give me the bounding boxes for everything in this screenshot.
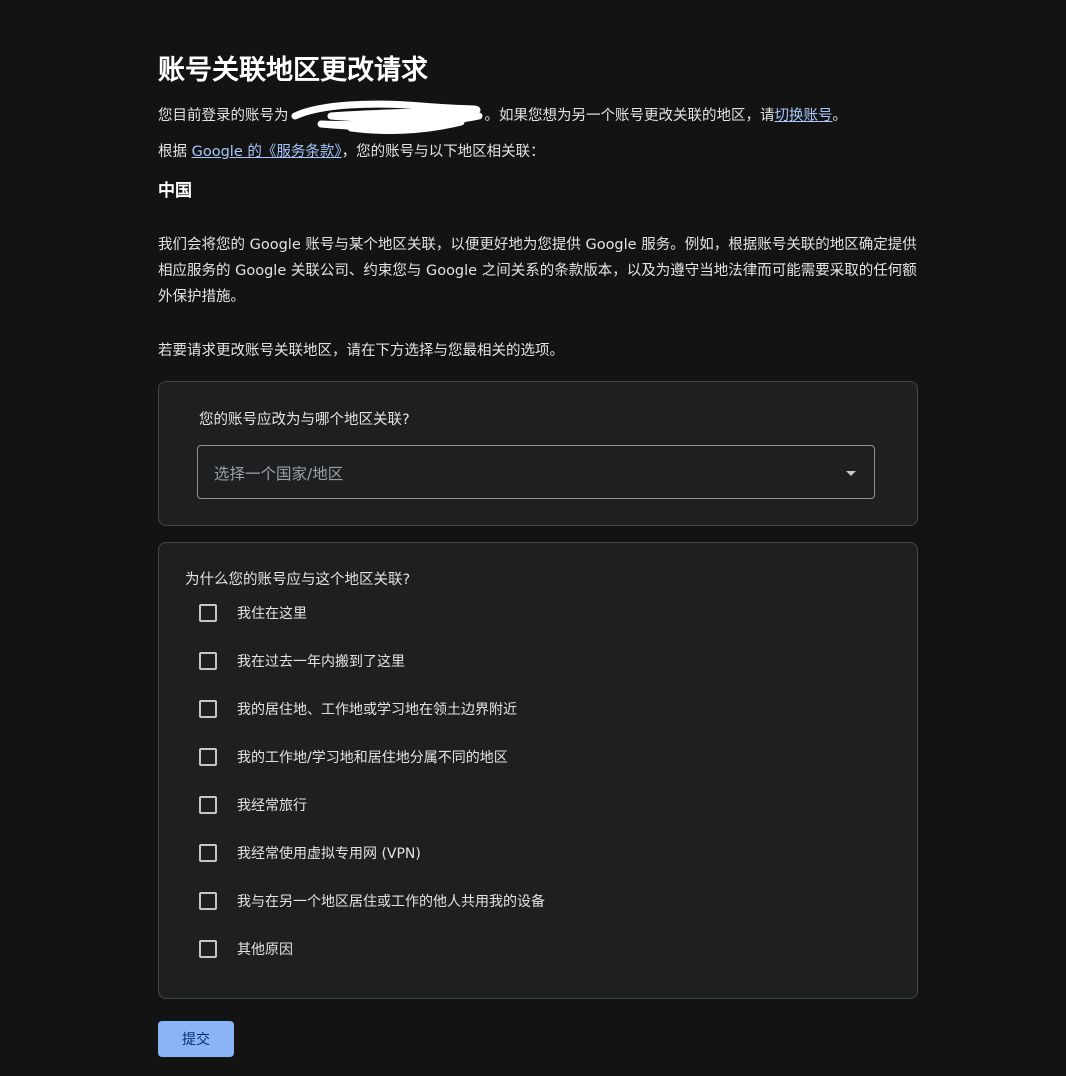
- redacted-account-scribble: [291, 100, 483, 134]
- submit-button[interactable]: 提交: [158, 1021, 234, 1057]
- option-label: 其他原因: [237, 942, 293, 958]
- reason-option-use-vpn[interactable]: 我经常使用虚拟专用网 (VPN): [199, 843, 421, 863]
- reason-card: 为什么您的账号应与这个地区关联? 我住在这里 我在过去一年内搬到了这里 我的居住…: [158, 542, 918, 999]
- switch-account-link[interactable]: 切换账号: [775, 108, 833, 124]
- checkbox-shared-device[interactable]: [199, 892, 217, 910]
- option-label: 我的居住地、工作地或学习地在领土边界附近: [237, 702, 517, 718]
- login-suffix: 。如果您想为另一个账号更改关联的地区，请: [484, 108, 775, 124]
- checkbox-use-vpn[interactable]: [199, 844, 217, 862]
- option-label: 我住在这里: [237, 606, 307, 622]
- country-region-dropdown[interactable]: 选择一个国家/地区: [197, 445, 875, 499]
- option-label: 我与在另一个地区居住或工作的他人共用我的设备: [237, 894, 545, 910]
- dropdown-placeholder: 选择一个国家/地区: [214, 465, 344, 483]
- login-end: 。: [832, 108, 848, 124]
- checkbox-moved-recently[interactable]: [199, 652, 217, 670]
- checkbox-travel-often[interactable]: [199, 796, 217, 814]
- login-info: 您目前登录的账号为 。如果您想为另一个账号更改关联的地区，请切换账号。: [158, 100, 848, 134]
- instruction-text: 若要请求更改账号关联地区，请在下方选择与您最相关的选项。: [158, 343, 564, 359]
- option-label: 我的工作地/学习地和居住地分属不同的地区: [237, 750, 508, 766]
- reason-option-different-regions[interactable]: 我的工作地/学习地和居住地分属不同的地区: [199, 747, 508, 767]
- region-select-card: 您的账号应改为与哪个地区关联? 选择一个国家/地区: [158, 381, 918, 526]
- region-question: 您的账号应改为与哪个地区关联?: [199, 412, 410, 428]
- option-label: 我在过去一年内搬到了这里: [237, 654, 405, 670]
- reason-option-travel-often[interactable]: 我经常旅行: [199, 795, 307, 815]
- checkbox-other[interactable]: [199, 940, 217, 958]
- reason-question: 为什么您的账号应与这个地区关联?: [185, 572, 411, 588]
- dropdown-arrow-icon: [846, 471, 856, 476]
- option-label: 我经常旅行: [237, 798, 307, 814]
- description-paragraph: 我们会将您的 Google 账号与某个地区关联，以便更好地为您提供 Google…: [158, 237, 917, 305]
- terms-prefix: 根据: [158, 144, 192, 160]
- reason-option-shared-device[interactable]: 我与在另一个地区居住或工作的他人共用我的设备: [199, 891, 545, 911]
- terms-suffix: ，您的账号与以下地区相关联：: [341, 144, 545, 160]
- terms-info: 根据 Google 的《服务条款》，您的账号与以下地区相关联：: [158, 142, 545, 162]
- checkbox-live-here[interactable]: [199, 604, 217, 622]
- reason-option-live-here[interactable]: 我住在这里: [199, 603, 307, 623]
- reason-option-moved-recently[interactable]: 我在过去一年内搬到了这里: [199, 651, 405, 671]
- current-region: 中国: [158, 181, 192, 201]
- page-title: 账号关联地区更改请求: [158, 55, 428, 86]
- terms-of-service-link[interactable]: Google 的《服务条款》: [192, 144, 342, 160]
- reason-option-near-border[interactable]: 我的居住地、工作地或学习地在领土边界附近: [199, 699, 517, 719]
- checkbox-different-regions[interactable]: [199, 748, 217, 766]
- option-label: 我经常使用虚拟专用网 (VPN): [237, 846, 421, 862]
- reason-option-other[interactable]: 其他原因: [199, 939, 293, 959]
- checkbox-near-border[interactable]: [199, 700, 217, 718]
- login-prefix: 您目前登录的账号为: [158, 108, 289, 124]
